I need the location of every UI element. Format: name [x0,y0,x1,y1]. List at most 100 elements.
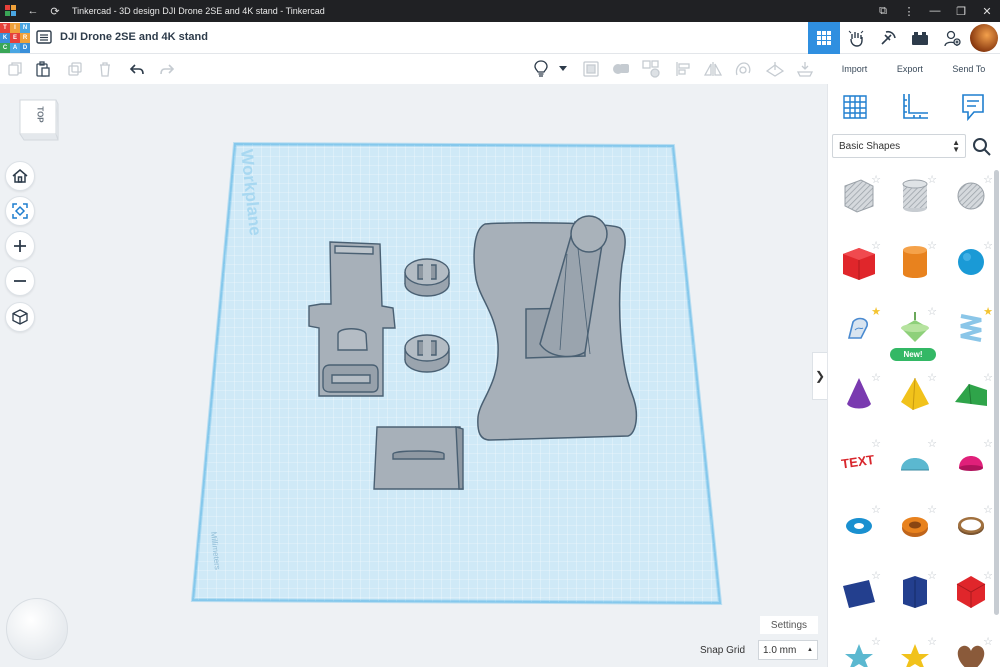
shape-polygon[interactable]: ☆ [888,562,942,622]
knob-model-bottom[interactable] [404,334,450,373]
shape-scribble[interactable]: ★ [832,298,886,358]
favorite-star-icon[interactable]: ☆ [983,173,993,186]
shape-sphere[interactable]: ☆ [944,232,998,292]
favorite-star-icon[interactable]: ☆ [927,569,937,582]
back-arrow-icon[interactable]: ← [22,0,44,22]
reload-icon[interactable]: ⟳ [44,0,66,22]
shape-cylinder-hole[interactable]: ☆ [888,166,942,226]
favorite-star-icon[interactable]: ☆ [927,635,937,648]
shape-wedge-box[interactable]: ☆ [832,562,886,622]
shape-torus[interactable]: ☆ [832,496,886,556]
favorite-star-icon[interactable]: ☆ [927,503,937,516]
design-title[interactable]: DJI Drone 2SE and 4K stand [60,31,208,43]
favorite-star-icon[interactable]: ☆ [871,173,881,186]
design-menu-icon[interactable] [36,29,52,45]
favorite-star-icon[interactable]: ☆ [927,239,937,252]
shape-cone[interactable]: ☆ [832,364,886,424]
svg-text:TEXT: TEXT [840,452,875,471]
base-block-model[interactable] [373,426,464,490]
workplane-tool-icon[interactable] [766,60,784,78]
shape-box[interactable]: ☆ [832,232,886,292]
lightbulb-dropdown-icon[interactable] [556,60,570,78]
drop-icon[interactable] [796,60,814,78]
duplicate-icon[interactable] [66,60,84,78]
shape-sphere-hole[interactable]: ☆ [944,166,998,226]
cruise-icon[interactable] [734,60,752,78]
shape-spring[interactable]: ★ [944,298,998,358]
logo-letter: A [10,43,20,53]
shapes-scrollbar[interactable] [994,170,999,615]
favorite-star-icon[interactable]: ☆ [927,305,937,318]
3d-viewport[interactable]: TOP Workplane Millimeters ❯ Settings Sna… [0,84,827,667]
send-to-button[interactable]: Send To [952,64,985,74]
orbit-joystick[interactable] [6,598,68,660]
shape-star[interactable]: ☆ [832,628,886,667]
notes-icon[interactable] [958,92,988,122]
settings-button[interactable]: Settings [760,616,818,634]
workplane-icon[interactable] [840,92,870,122]
workplane[interactable] [180,134,740,614]
group-icon[interactable] [612,60,630,78]
bricks-icon[interactable] [904,22,936,54]
favorite-star-icon[interactable]: ☆ [871,635,881,648]
grid-view-icon[interactable] [808,22,840,54]
favorite-star-icon[interactable]: ☆ [871,503,881,516]
minimize-icon[interactable]: — [922,0,948,22]
favorite-star-icon[interactable]: ☆ [983,371,993,384]
pickaxe-icon[interactable] [872,22,904,54]
import-button[interactable]: Import [842,64,868,74]
shape-pyramid[interactable]: ☆ [888,364,942,424]
favorite-star-icon[interactable]: ☆ [871,569,881,582]
shape-text[interactable]: TEXT ☆ [832,430,886,490]
pointer-hand-icon[interactable] [840,22,872,54]
more-options-icon[interactable]: ⋮ [896,0,922,22]
show-hide-icon[interactable] [582,60,600,78]
shape-roof[interactable]: ☆ [944,364,998,424]
favorite-star-icon[interactable]: ☆ [983,503,993,516]
shape-heart[interactable]: ☆ [944,628,998,667]
app-window-icon[interactable]: ⧉ [870,0,896,22]
knob-model-top[interactable] [404,258,450,297]
tinkercad-logo[interactable]: TINKERCAD [0,23,30,53]
shape-library-select[interactable]: Basic Shapes ▲ ▼ [832,134,966,158]
favorite-star-icon[interactable]: ☆ [871,371,881,384]
shape-half-sphere[interactable]: ☆ [944,430,998,490]
drone-stand-model[interactable] [473,215,638,441]
favorite-star-icon[interactable]: ☆ [983,239,993,252]
user-avatar[interactable] [970,24,998,52]
favorite-star-icon[interactable]: ☆ [871,239,881,252]
ruler-icon[interactable] [900,92,930,122]
mirror-icon[interactable] [704,60,722,78]
shape-ring[interactable]: ☆ [944,496,998,556]
favorite-star-icon[interactable]: ☆ [983,437,993,450]
delete-icon[interactable] [96,60,114,78]
paste-icon[interactable] [34,60,52,78]
shape-half-cylinder[interactable]: ☆ [888,430,942,490]
collapse-panel-icon[interactable]: ❯ [812,352,827,400]
shape-cylinder[interactable]: ☆ [888,232,942,292]
align-icon[interactable] [674,60,692,78]
shape-star-yellow[interactable]: ☆ [888,628,942,667]
favorite-star-icon[interactable]: ☆ [927,173,937,186]
undo-icon[interactable] [128,60,146,78]
add-user-icon[interactable] [936,22,968,54]
shape-box-hole[interactable]: ☆ [832,166,886,226]
copy-icon[interactable] [6,60,24,78]
lightbulb-icon[interactable] [532,60,550,78]
shape-icosahedron[interactable]: ☆ [944,562,998,622]
snap-grid-select[interactable]: 1.0 mm ▲ [758,640,818,660]
favorite-star-icon[interactable]: ★ [983,305,993,318]
favorite-star-icon[interactable]: ☆ [927,371,937,384]
search-icon[interactable] [971,136,993,158]
favorite-star-icon[interactable]: ☆ [871,437,881,450]
export-button[interactable]: Export [897,64,923,74]
maximize-icon[interactable]: ❐ [948,0,974,22]
favorite-star-icon[interactable]: ★ [871,305,881,318]
close-icon[interactable]: ✕ [974,0,1000,22]
favorite-star-icon[interactable]: ☆ [927,437,937,450]
redo-icon[interactable] [158,60,176,78]
favorite-star-icon[interactable]: ☆ [983,569,993,582]
favorite-star-icon[interactable]: ☆ [983,635,993,648]
shape-tube[interactable]: ☆ [888,496,942,556]
ungroup-icon[interactable] [642,60,660,78]
